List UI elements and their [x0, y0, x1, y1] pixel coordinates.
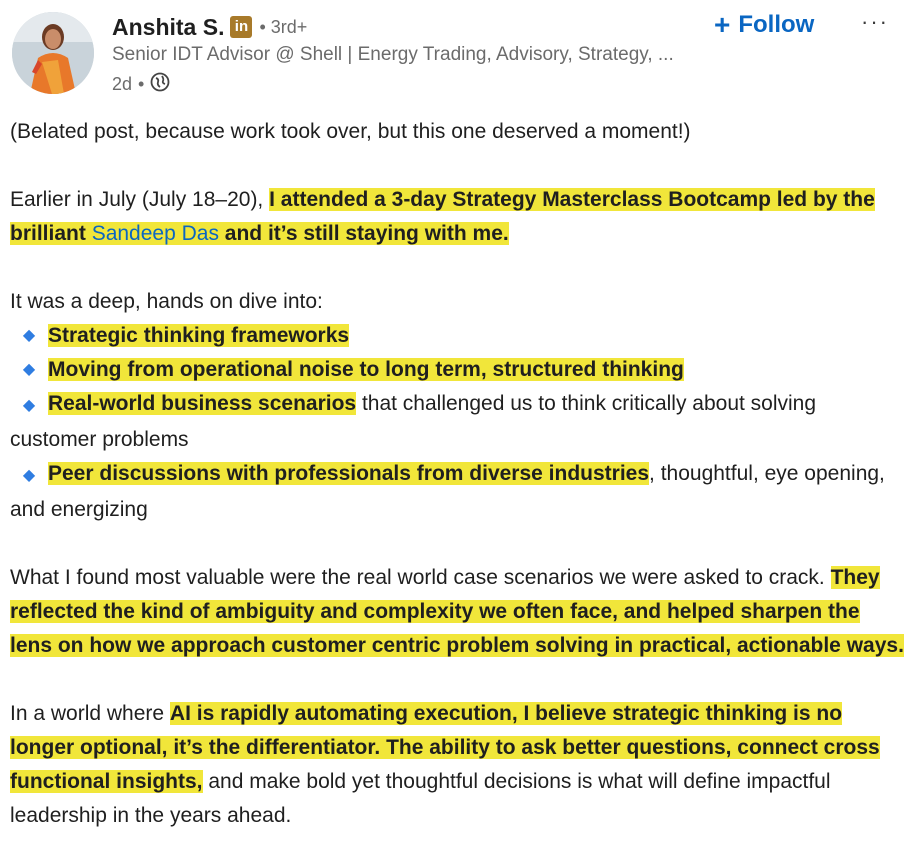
post-text: What I found most valuable were the real…	[10, 566, 831, 589]
highlighted-text: Strategic thinking frameworks	[48, 324, 350, 347]
author-name[interactable]: Anshita S.	[112, 14, 224, 41]
follow-label: Follow	[738, 11, 815, 38]
author-headline: Senior IDT Advisor @ Shell | Energy Trad…	[112, 44, 674, 65]
highlighted-text-part: and it’s still staying with me.	[218, 222, 509, 245]
post-time: 2d	[112, 74, 133, 94]
post-text: In a world where	[10, 702, 170, 725]
diamond-icon: ◆	[22, 467, 36, 484]
globe-icon	[150, 72, 170, 97]
bullet-item: ◆ Strategic thinking frameworks	[10, 319, 905, 353]
diamond-icon: ◆	[22, 327, 36, 344]
post-header: Anshita S. in • 3rd+ Senior IDT Advisor …	[0, 0, 915, 100]
author-avatar[interactable]	[12, 12, 94, 94]
post-body: (Belated post, because work took over, b…	[10, 115, 905, 833]
highlighted-text: Real-world business scenarios	[48, 392, 357, 415]
follow-button[interactable]: + Follow	[714, 8, 814, 42]
post-text: Earlier in July (July 18–20),	[10, 188, 270, 211]
connection-degree: • 3rd+	[259, 16, 308, 37]
author-line: Anshita S. in • 3rd+	[112, 12, 307, 42]
meta-separator: •	[138, 74, 145, 94]
post-paragraph: It was a deep, hands on dive into:	[10, 290, 323, 313]
more-options-icon[interactable]: ···	[858, 9, 892, 34]
post-meta: 2d •	[112, 72, 170, 97]
bullet-item-wrapped: ◆ Real-world business scenarios that chal…	[10, 387, 905, 457]
linkedin-premium-icon: in	[230, 16, 253, 38]
post-paragraph: Earlier in July (July 18–20), I attended…	[10, 183, 905, 251]
avatar-photo	[12, 12, 94, 94]
diamond-icon: ◆	[22, 397, 36, 414]
plus-icon: +	[714, 9, 731, 40]
post-paragraph: What I found most valuable were the real…	[10, 561, 905, 663]
post-paragraph: (Belated post, because work took over, b…	[10, 120, 691, 143]
mention-link[interactable]: Sandeep Das	[92, 222, 219, 245]
bullet-item-wrapped: ◆ Peer discussions with professionals fro…	[10, 457, 905, 527]
diamond-icon: ◆	[22, 361, 36, 378]
highlighted-text: Moving from operational noise to long te…	[48, 358, 684, 381]
post-paragraph: In a world where AI is rapidly automatin…	[10, 697, 905, 833]
bullet-item: ◆ Moving from operational noise to long …	[10, 353, 905, 387]
highlighted-text: Peer discussions with professionals from…	[48, 462, 650, 485]
